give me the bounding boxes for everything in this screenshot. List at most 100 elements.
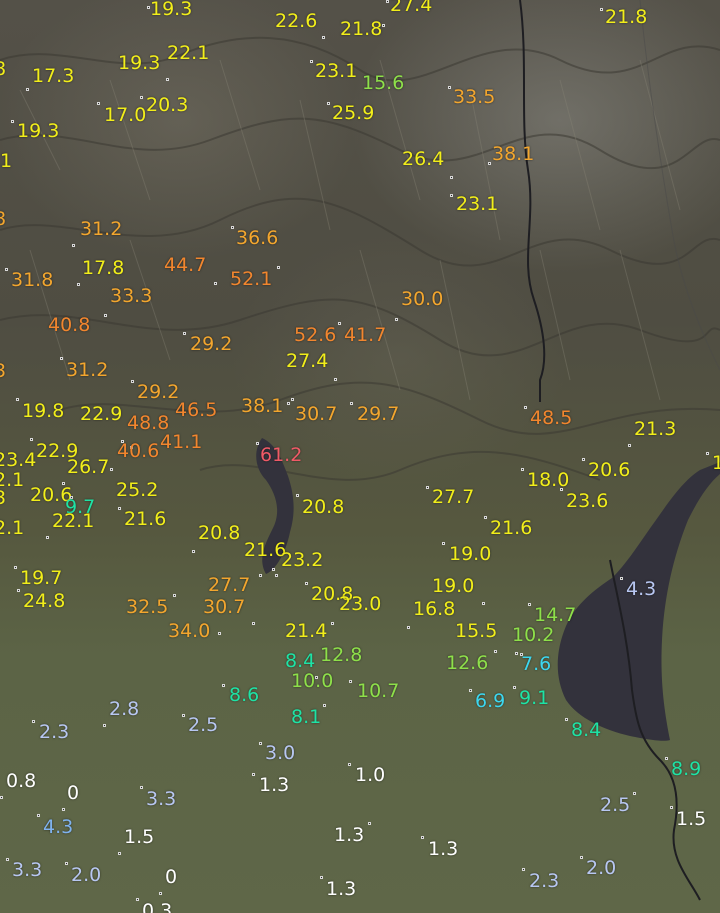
station-marker[interactable]: [17, 589, 20, 592]
station-marker[interactable]: [522, 868, 525, 871]
station-marker[interactable]: [218, 632, 221, 635]
precipitation-value: 8.4: [285, 650, 316, 672]
map-canvas[interactable]: 19.3 22.6 21.8 27.4 21.8 17.3 19.3 22.1 23.1 15.6…: [0, 0, 720, 913]
station-marker[interactable]: [131, 380, 134, 383]
station-marker[interactable]: [565, 718, 568, 721]
station-marker[interactable]: [32, 720, 35, 723]
station-marker[interactable]: [296, 494, 299, 497]
station-marker[interactable]: [104, 314, 107, 317]
station-marker[interactable]: [395, 318, 398, 321]
station-marker[interactable]: [287, 402, 290, 405]
station-marker[interactable]: [46, 536, 49, 539]
station-marker[interactable]: [252, 622, 255, 625]
station-marker[interactable]: [442, 542, 445, 545]
station-marker[interactable]: [349, 680, 352, 683]
station-marker[interactable]: [582, 458, 585, 461]
station-marker[interactable]: [469, 689, 472, 692]
station-marker[interactable]: [521, 468, 524, 471]
station-marker[interactable]: [183, 332, 186, 335]
station-marker[interactable]: [256, 442, 259, 445]
station-marker[interactable]: [275, 574, 278, 577]
station-marker[interactable]: [62, 808, 65, 811]
station-marker[interactable]: [214, 282, 217, 285]
station-marker[interactable]: [560, 488, 563, 491]
station-marker[interactable]: [173, 594, 176, 597]
station-marker[interactable]: [103, 724, 106, 727]
station-marker[interactable]: [450, 176, 453, 179]
station-marker[interactable]: [182, 714, 185, 717]
station-marker[interactable]: [524, 406, 527, 409]
station-marker[interactable]: [277, 266, 280, 269]
station-marker[interactable]: [407, 626, 410, 629]
station-marker[interactable]: [620, 577, 623, 580]
station-marker[interactable]: [305, 582, 308, 585]
station-marker[interactable]: [448, 86, 451, 89]
station-marker[interactable]: [118, 507, 121, 510]
station-marker[interactable]: [331, 622, 334, 625]
station-marker[interactable]: [327, 102, 330, 105]
station-marker[interactable]: [348, 763, 351, 766]
station-marker[interactable]: [259, 574, 262, 577]
precipitation-value: 9.1: [519, 687, 550, 709]
station-marker[interactable]: [488, 162, 491, 165]
station-marker[interactable]: [121, 440, 124, 443]
station-marker[interactable]: [450, 194, 453, 197]
station-marker[interactable]: [426, 486, 429, 489]
station-marker[interactable]: [16, 398, 19, 401]
station-marker[interactable]: [421, 836, 424, 839]
station-marker[interactable]: [30, 438, 33, 441]
station-marker[interactable]: [140, 96, 143, 99]
station-marker[interactable]: [515, 652, 518, 655]
station-marker[interactable]: [484, 516, 487, 519]
station-marker[interactable]: [482, 602, 485, 605]
station-marker[interactable]: [513, 686, 516, 689]
station-marker[interactable]: [706, 452, 709, 455]
station-marker[interactable]: [600, 8, 603, 11]
station-marker[interactable]: [350, 402, 353, 405]
station-marker[interactable]: [320, 876, 323, 879]
station-marker[interactable]: [272, 568, 275, 571]
station-marker[interactable]: [136, 898, 139, 901]
station-marker[interactable]: [259, 742, 262, 745]
station-marker[interactable]: [528, 603, 531, 606]
station-marker[interactable]: [338, 322, 341, 325]
station-marker[interactable]: [140, 786, 143, 789]
station-marker[interactable]: [665, 757, 668, 760]
station-marker[interactable]: [323, 704, 326, 707]
station-marker[interactable]: [291, 398, 294, 401]
station-marker[interactable]: [77, 283, 80, 286]
station-marker[interactable]: [0, 796, 3, 799]
station-marker[interactable]: [192, 550, 195, 553]
precipitation-value: 23.4: [0, 449, 37, 471]
station-marker[interactable]: [6, 858, 9, 861]
station-marker[interactable]: [386, 0, 389, 3]
station-marker[interactable]: [166, 78, 169, 81]
station-marker[interactable]: [322, 36, 325, 39]
station-marker[interactable]: [628, 444, 631, 447]
station-marker[interactable]: [382, 24, 385, 27]
station-marker[interactable]: [11, 120, 14, 123]
station-marker[interactable]: [252, 773, 255, 776]
station-marker[interactable]: [159, 892, 162, 895]
station-marker[interactable]: [5, 268, 8, 271]
station-marker[interactable]: [26, 88, 29, 91]
station-marker[interactable]: [65, 862, 68, 865]
station-marker[interactable]: [97, 102, 100, 105]
station-marker[interactable]: [14, 566, 17, 569]
station-marker[interactable]: [494, 650, 497, 653]
station-marker[interactable]: [334, 378, 337, 381]
station-marker[interactable]: [110, 468, 113, 471]
station-marker[interactable]: [368, 822, 371, 825]
station-marker[interactable]: [633, 792, 636, 795]
precipitation-value: 25.2: [116, 479, 159, 501]
station-marker[interactable]: [60, 357, 63, 360]
station-marker[interactable]: [72, 244, 75, 247]
station-marker[interactable]: [37, 814, 40, 817]
station-marker[interactable]: [118, 852, 121, 855]
station-marker[interactable]: [231, 226, 234, 229]
station-marker[interactable]: [670, 806, 673, 809]
station-marker[interactable]: [580, 856, 583, 859]
station-marker[interactable]: [310, 60, 313, 63]
precipitation-value: 15.6: [362, 72, 405, 94]
station-marker[interactable]: [222, 684, 225, 687]
